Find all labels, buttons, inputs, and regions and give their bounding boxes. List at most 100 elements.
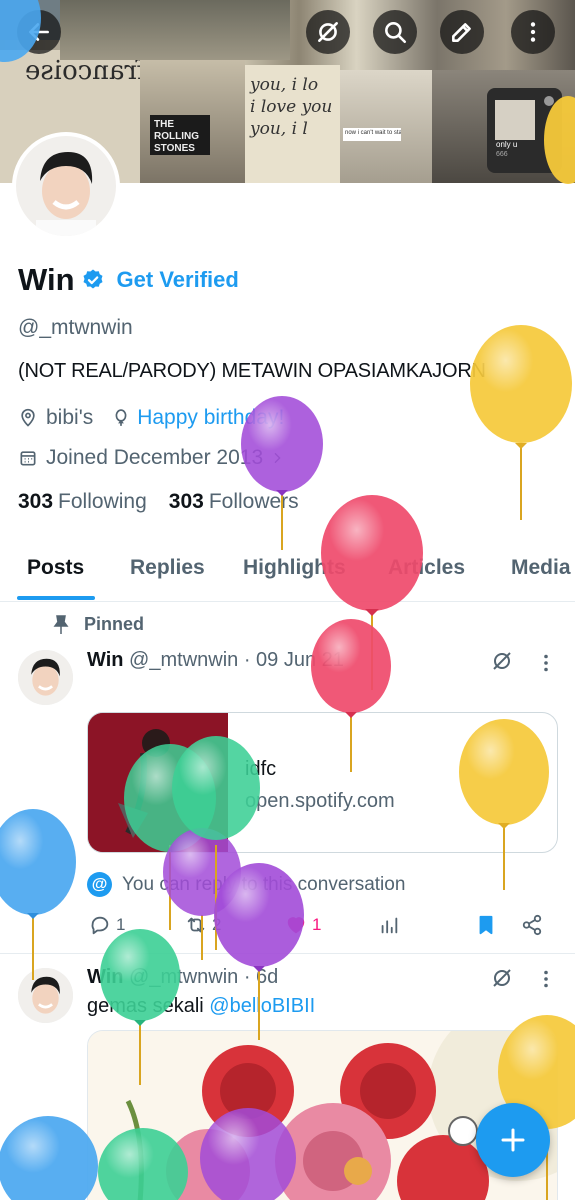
avatar-photo bbox=[18, 650, 73, 705]
profile-joined: Joined December 2013 bbox=[46, 446, 264, 469]
banner-text: now i can't wait to start bbox=[343, 128, 401, 141]
banner-collage-tile bbox=[60, 0, 290, 60]
banner-text: i love you bbox=[250, 97, 333, 117]
reply-note-text: You can reply to this conversation bbox=[122, 873, 406, 895]
profile-avatar[interactable] bbox=[12, 132, 120, 240]
post-header: Win @_mtwnwin · 09 Jun 21 bbox=[87, 649, 344, 672]
pinned-indicator: Pinned bbox=[52, 614, 144, 635]
edit-profile-button[interactable] bbox=[440, 10, 484, 54]
banner-text: 666 bbox=[496, 151, 508, 158]
mention-link[interactable]: @belloBIBII bbox=[209, 995, 315, 1017]
search-icon bbox=[385, 22, 407, 44]
pin-icon bbox=[53, 614, 69, 634]
bookmark-button[interactable] bbox=[475, 914, 497, 936]
rose-image bbox=[88, 713, 228, 852]
post-time[interactable]: · 6d bbox=[244, 966, 278, 988]
location-pin-icon bbox=[21, 408, 35, 427]
profile-joined-row: Joined December 2013 bbox=[18, 446, 285, 470]
chevron-right-icon[interactable] bbox=[269, 450, 285, 466]
bar-chart-icon bbox=[381, 917, 398, 934]
album-thumbnail bbox=[495, 100, 535, 140]
profile-page: francoise THE ROLLING STONES you, i lo i… bbox=[0, 0, 575, 1200]
grok-slash-icon bbox=[318, 22, 338, 42]
spotify-icon bbox=[544, 96, 554, 106]
compose-button[interactable] bbox=[476, 1103, 550, 1177]
profile-bio: (NOT REAL/PARODY) METAWIN OPASIAMKAJORN bbox=[18, 360, 486, 382]
tab-highlights[interactable]: Highlights bbox=[243, 556, 346, 580]
reply-count: 1 bbox=[116, 915, 126, 934]
post-divider bbox=[0, 953, 575, 954]
views-button[interactable] bbox=[378, 914, 400, 936]
banner-text: only u bbox=[496, 140, 518, 149]
repost-icon bbox=[187, 917, 205, 933]
follow-stats: 303 Following 303 Followers bbox=[18, 490, 299, 514]
translate-button[interactable] bbox=[306, 10, 350, 54]
more-options-button[interactable] bbox=[511, 10, 555, 54]
balloon-yellow bbox=[470, 325, 572, 520]
avatar-photo bbox=[18, 968, 73, 1023]
like-count: 1 bbox=[312, 915, 322, 934]
post-author-name[interactable]: Win bbox=[87, 966, 123, 988]
verified-badge-icon[interactable] bbox=[81, 268, 105, 292]
post-author-handle: @_mtwnwin bbox=[129, 966, 239, 988]
profile-name: Win bbox=[18, 262, 75, 297]
spotify-widget: only u 666 bbox=[487, 88, 562, 173]
post-body: gemas sekali bbox=[87, 995, 204, 1017]
pinned-label: Pinned bbox=[84, 614, 145, 634]
bookmark-filled-icon bbox=[479, 915, 493, 935]
birthday-link[interactable]: Happy birthday! bbox=[137, 406, 284, 430]
post-avatar[interactable] bbox=[18, 650, 73, 705]
tab-articles[interactable]: Articles bbox=[388, 556, 465, 580]
arrow-left-icon bbox=[29, 23, 49, 41]
banner-handwriting: you, i lo i love you you, i l bbox=[250, 74, 335, 140]
profile-handle: @_mtwnwin bbox=[18, 316, 133, 339]
like-button[interactable]: 1 bbox=[285, 914, 321, 936]
banner-collage-tile bbox=[340, 70, 432, 183]
following-count: 303 bbox=[18, 490, 54, 513]
search-button[interactable] bbox=[373, 10, 417, 54]
post-more-icon[interactable] bbox=[543, 970, 549, 988]
album-art bbox=[88, 713, 228, 852]
following-label: Following bbox=[58, 490, 147, 513]
balloon-blue bbox=[0, 809, 76, 980]
grok-slash-icon[interactable] bbox=[490, 649, 514, 673]
get-verified-link[interactable]: Get Verified bbox=[117, 267, 239, 293]
balloon-blue bbox=[0, 1116, 98, 1200]
post-text: gemas sekali @belloBIBII bbox=[87, 995, 315, 1018]
heart-filled-icon bbox=[287, 917, 305, 934]
card-domain: open.spotify.com bbox=[245, 790, 395, 812]
profile-meta-row: bibi's Happy birthday! bbox=[18, 406, 284, 430]
balloon-icon bbox=[115, 409, 127, 426]
plus-icon bbox=[501, 1128, 525, 1152]
banner-text: THE ROLLING STONES bbox=[150, 115, 210, 155]
post-more-icon[interactable] bbox=[543, 654, 549, 672]
back-button[interactable] bbox=[17, 10, 61, 54]
following-link[interactable]: 303 Following bbox=[18, 490, 147, 514]
link-card[interactable]: idfc open.spotify.com bbox=[87, 712, 558, 853]
post-avatar[interactable] bbox=[18, 968, 73, 1023]
followers-label: Followers bbox=[208, 490, 299, 513]
followers-count: 303 bbox=[168, 490, 204, 513]
share-button[interactable] bbox=[521, 914, 543, 936]
tab-media[interactable]: Media bbox=[511, 556, 571, 580]
post-actions: 1 2 1 bbox=[87, 914, 547, 944]
followers-link[interactable]: 303 Followers bbox=[169, 490, 299, 514]
reply-restriction-note: @ You can reply to this conversation bbox=[87, 872, 405, 897]
reply-button[interactable]: 1 bbox=[89, 914, 125, 936]
post-date[interactable]: · 09 Jun 21 bbox=[244, 649, 344, 671]
more-vertical-icon bbox=[530, 22, 536, 42]
card-title: idfc bbox=[245, 758, 277, 780]
post-header: Win @_mtwnwin · 6d bbox=[87, 966, 278, 989]
avatar-photo bbox=[16, 136, 116, 236]
tab-posts[interactable]: Posts bbox=[27, 556, 84, 580]
repost-button[interactable]: 2 bbox=[185, 914, 221, 936]
banner-text: you, i lo bbox=[250, 75, 319, 95]
profile-location: bibi's bbox=[46, 406, 94, 429]
active-tab-indicator bbox=[17, 596, 95, 600]
banner-text: you, i l bbox=[250, 119, 308, 139]
at-mention-icon: @ bbox=[87, 872, 112, 897]
post-author-name[interactable]: Win bbox=[87, 649, 123, 671]
profile-tabs: Posts Replies Highlights Articles Media bbox=[0, 548, 575, 602]
grok-slash-icon[interactable] bbox=[490, 966, 514, 990]
tab-replies[interactable]: Replies bbox=[130, 556, 205, 580]
